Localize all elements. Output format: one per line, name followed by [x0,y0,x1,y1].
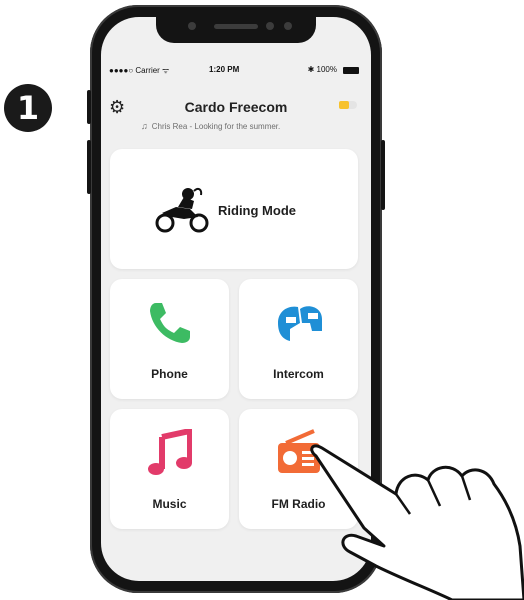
pointing-hand-icon [310,444,524,600]
